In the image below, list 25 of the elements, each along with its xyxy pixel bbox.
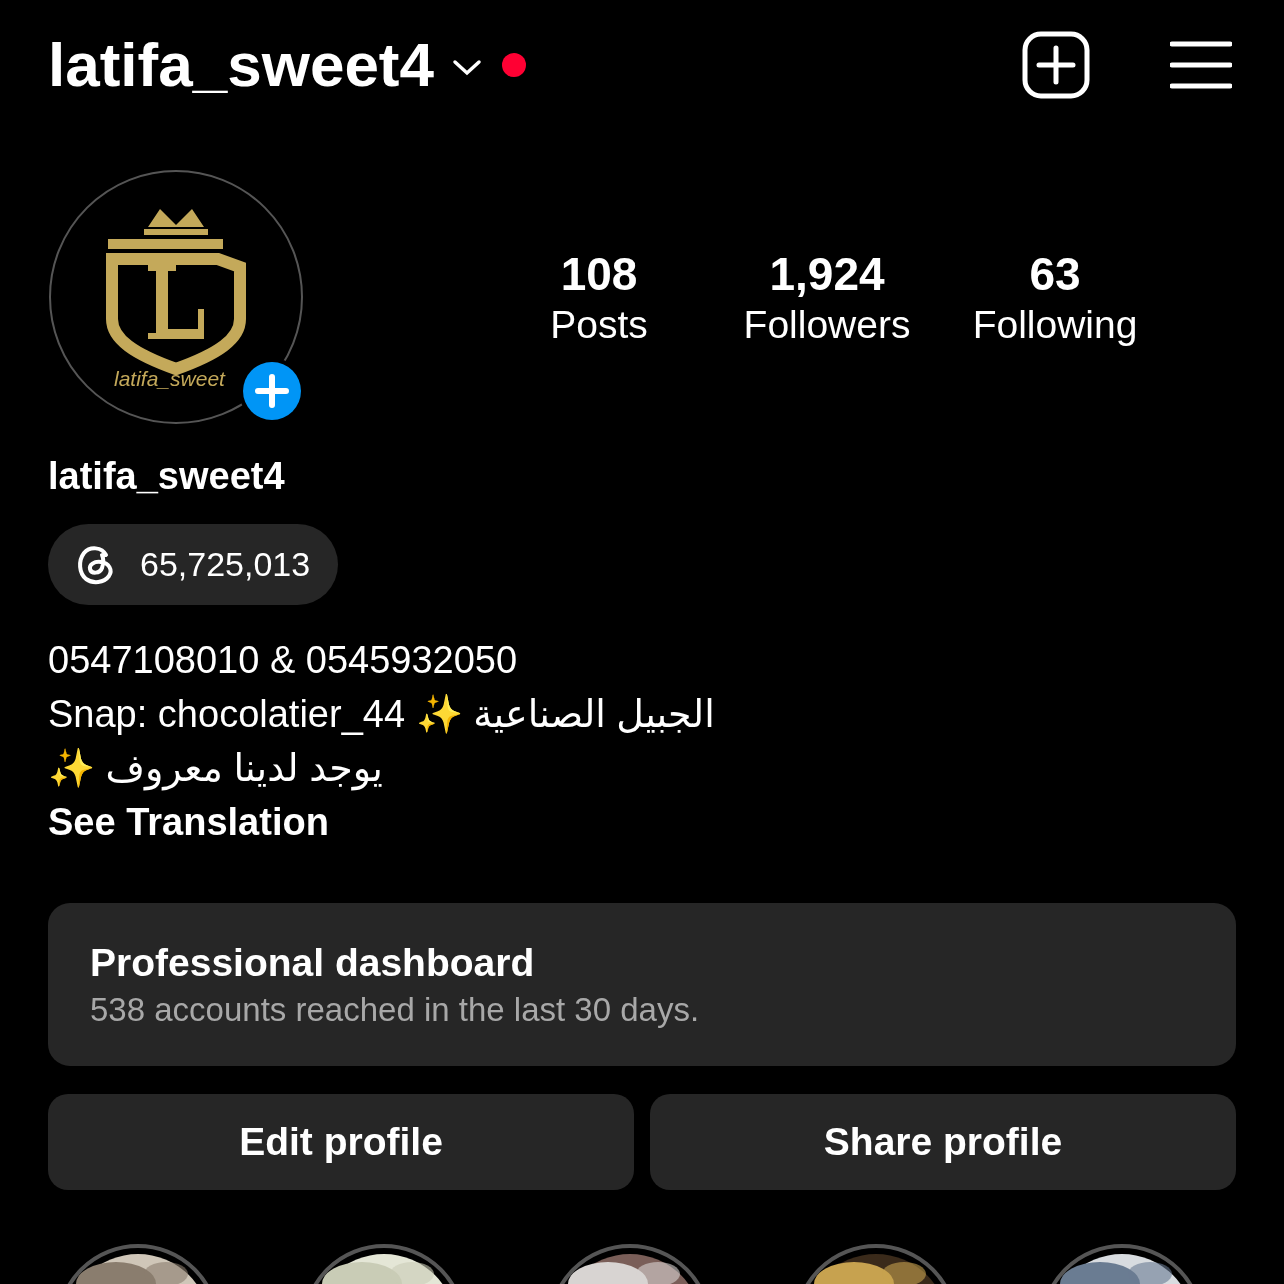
- profile-button[interactable]: Edit profile: [48, 1094, 634, 1190]
- avatar-caption: latifa_sweet: [114, 367, 225, 391]
- threads-badge[interactable]: 65,725,013: [48, 524, 339, 605]
- bio-line: Snap: chocolatier_44 ✨ الجبيل الصناعية: [48, 691, 715, 737]
- stat-label[interactable]: Followers: [743, 303, 911, 347]
- account-username[interactable]: latifa_sweet4: [48, 29, 434, 100]
- see-translation-link[interactable]: See Translation: [48, 794, 329, 849]
- bio-line: يوجد لدينا معروف ✨: [48, 745, 383, 793]
- profile-name: latifa_sweet4: [48, 455, 286, 498]
- stat-count[interactable]: 1,924: [769, 247, 885, 301]
- dashboard-subtitle: 538 accounts reached in the last 30 days.: [90, 990, 700, 1029]
- threads-count: 65,725,013: [140, 544, 311, 584]
- add-icon[interactable]: [1022, 30, 1090, 99]
- stat-count[interactable]: 63: [1029, 247, 1081, 301]
- stat-label[interactable]: Posts: [550, 303, 648, 347]
- chevron-down-icon[interactable]: [452, 58, 482, 77]
- stat-label[interactable]: Following: [972, 303, 1138, 347]
- bio-line: 0547108010 & 0545932050: [48, 637, 518, 683]
- profile-logo-avatar[interactable]: [48, 169, 304, 425]
- menu-icon[interactable]: [1170, 39, 1232, 90]
- profile-button[interactable]: Share profile: [650, 1094, 1236, 1190]
- stat-count[interactable]: 108: [560, 247, 638, 301]
- dashboard-title: Professional dashboard: [90, 940, 535, 985]
- professional-dashboard-card[interactable]: Professional dashboard 538 accounts reached in the last 30 days.: [48, 902, 1236, 1066]
- threads-icon: [76, 543, 116, 586]
